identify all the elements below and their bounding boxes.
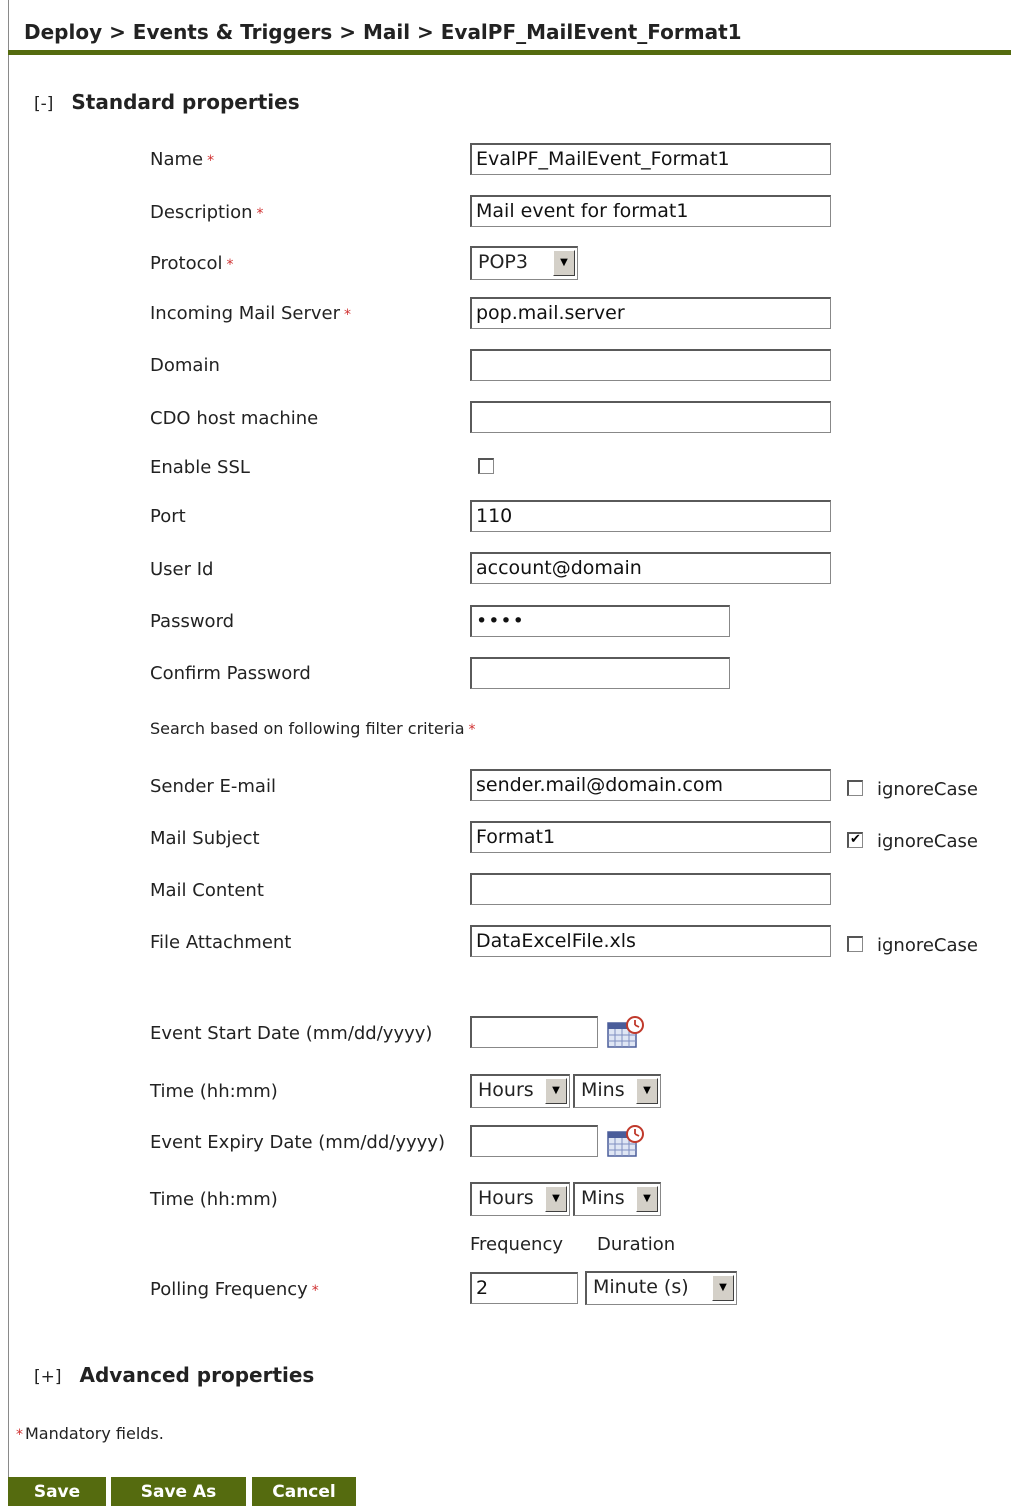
start-hours-value: Hours xyxy=(478,1079,534,1101)
required-marker: * xyxy=(256,206,264,222)
confirm-password-input[interactable] xyxy=(470,657,730,689)
chevron-down-icon: ▼ xyxy=(545,1186,567,1212)
polling-duration-select[interactable]: Minute (s) ▼ xyxy=(585,1271,737,1305)
expiry-mins-value: Mins xyxy=(581,1187,625,1209)
attachment-ignorecase-label: ignoreCase xyxy=(877,935,978,956)
name-input[interactable]: EvalPF_MailEvent_Format1 xyxy=(470,143,831,175)
start-mins-select[interactable]: Mins ▼ xyxy=(573,1074,661,1108)
start-date-input[interactable] xyxy=(470,1016,598,1048)
breadcrumb: Deploy > Events & Triggers > Mail > Eval… xyxy=(24,20,742,44)
expiry-mins-select[interactable]: Mins ▼ xyxy=(573,1182,661,1216)
calendar-icon[interactable] xyxy=(606,1124,644,1158)
port-label: Port xyxy=(150,506,186,527)
chevron-down-icon: ▼ xyxy=(636,1186,658,1212)
password-input[interactable]: •••• xyxy=(470,605,730,637)
password-label: Password xyxy=(150,611,235,632)
file-attachment-label: File Attachment xyxy=(150,932,292,953)
polling-duration-value: Minute (s) xyxy=(593,1276,689,1298)
expiry-hours-value: Hours xyxy=(478,1187,534,1209)
save-as-button[interactable]: Save As xyxy=(111,1477,246,1506)
confirm-password-label: Confirm Password xyxy=(150,663,311,684)
mail-subject-input[interactable]: Format1 xyxy=(470,821,831,853)
expiry-time-label: Time (hh:mm) xyxy=(150,1189,278,1210)
enable-ssl-label: Enable SSL xyxy=(150,457,250,478)
file-attachment-input[interactable]: DataExcelFile.xls xyxy=(470,925,831,957)
filter-criteria-heading: Search based on following filter criteri… xyxy=(150,719,476,738)
frequency-column-header: Frequency xyxy=(470,1234,563,1255)
incoming-server-input[interactable]: pop.mail.server xyxy=(470,297,831,329)
attachment-ignorecase-checkbox[interactable] xyxy=(847,936,863,952)
mail-content-input[interactable] xyxy=(470,873,831,905)
enable-ssl-checkbox[interactable] xyxy=(478,458,494,474)
subject-ignorecase-checkbox[interactable]: ✔ xyxy=(847,832,863,848)
save-button[interactable]: Save xyxy=(8,1477,106,1506)
protocol-label: Protocol * xyxy=(150,253,234,274)
description-label: Description * xyxy=(150,202,264,223)
start-mins-value: Mins xyxy=(581,1079,625,1101)
chevron-down-icon: ▼ xyxy=(545,1078,567,1104)
standard-properties-title: Standard properties xyxy=(71,90,300,114)
subject-ignorecase-label: ignoreCase xyxy=(877,831,978,852)
required-marker: * xyxy=(344,307,352,323)
expiry-hours-select[interactable]: Hours ▼ xyxy=(470,1182,570,1216)
domain-input[interactable] xyxy=(470,349,831,381)
description-input[interactable]: Mail event for format1 xyxy=(470,195,831,227)
chevron-down-icon: ▼ xyxy=(712,1275,734,1301)
start-hours-select[interactable]: Hours ▼ xyxy=(470,1074,570,1108)
standard-properties-toggle[interactable]: [-] xyxy=(34,94,53,114)
mail-subject-label: Mail Subject xyxy=(150,828,260,849)
expiry-date-input[interactable] xyxy=(470,1125,598,1157)
mail-content-label: Mail Content xyxy=(150,880,264,901)
chevron-down-icon: ▼ xyxy=(553,250,575,276)
required-marker: * xyxy=(207,153,215,169)
sender-ignorecase-checkbox[interactable] xyxy=(847,780,863,796)
breadcrumb-divider xyxy=(8,50,1011,55)
protocol-select[interactable]: POP3 ▼ xyxy=(470,246,578,280)
standard-properties-header: [-] Standard properties xyxy=(34,90,300,114)
sender-email-label: Sender E-mail xyxy=(150,776,276,797)
user-id-label: User Id xyxy=(150,559,214,580)
chevron-down-icon: ▼ xyxy=(636,1078,658,1104)
advanced-properties-title[interactable]: Advanced properties xyxy=(80,1363,315,1387)
expiry-date-label: Event Expiry Date (mm/dd/yyyy) xyxy=(150,1132,445,1153)
required-marker: * xyxy=(16,1427,23,1443)
port-input[interactable]: 110 xyxy=(470,500,831,532)
cdo-host-label: CDO host machine xyxy=(150,408,319,429)
required-marker: * xyxy=(226,257,234,273)
domain-label: Domain xyxy=(150,355,220,376)
sender-ignorecase-label: ignoreCase xyxy=(877,779,978,800)
cancel-button[interactable]: Cancel xyxy=(252,1477,356,1506)
required-marker: * xyxy=(311,1283,319,1299)
calendar-icon[interactable] xyxy=(606,1015,644,1049)
sender-email-input[interactable]: sender.mail@domain.com xyxy=(470,769,831,801)
start-date-label: Event Start Date (mm/dd/yyyy) xyxy=(150,1023,433,1044)
polling-frequency-label: Polling Frequency * xyxy=(150,1279,319,1300)
cdo-host-input[interactable] xyxy=(470,401,831,433)
protocol-selected-value: POP3 xyxy=(478,251,528,273)
advanced-properties-header: [+] Advanced properties xyxy=(34,1363,314,1387)
user-id-input[interactable]: account@domain xyxy=(470,552,831,584)
incoming-server-label: Incoming Mail Server * xyxy=(150,303,352,324)
mandatory-note: * Mandatory fields. xyxy=(16,1424,164,1443)
polling-frequency-input[interactable]: 2 xyxy=(470,1272,578,1304)
start-time-label: Time (hh:mm) xyxy=(150,1081,278,1102)
required-marker: * xyxy=(468,722,476,738)
duration-column-header: Duration xyxy=(597,1234,676,1255)
advanced-properties-toggle[interactable]: [+] xyxy=(34,1367,62,1387)
name-label: Name * xyxy=(150,149,215,170)
